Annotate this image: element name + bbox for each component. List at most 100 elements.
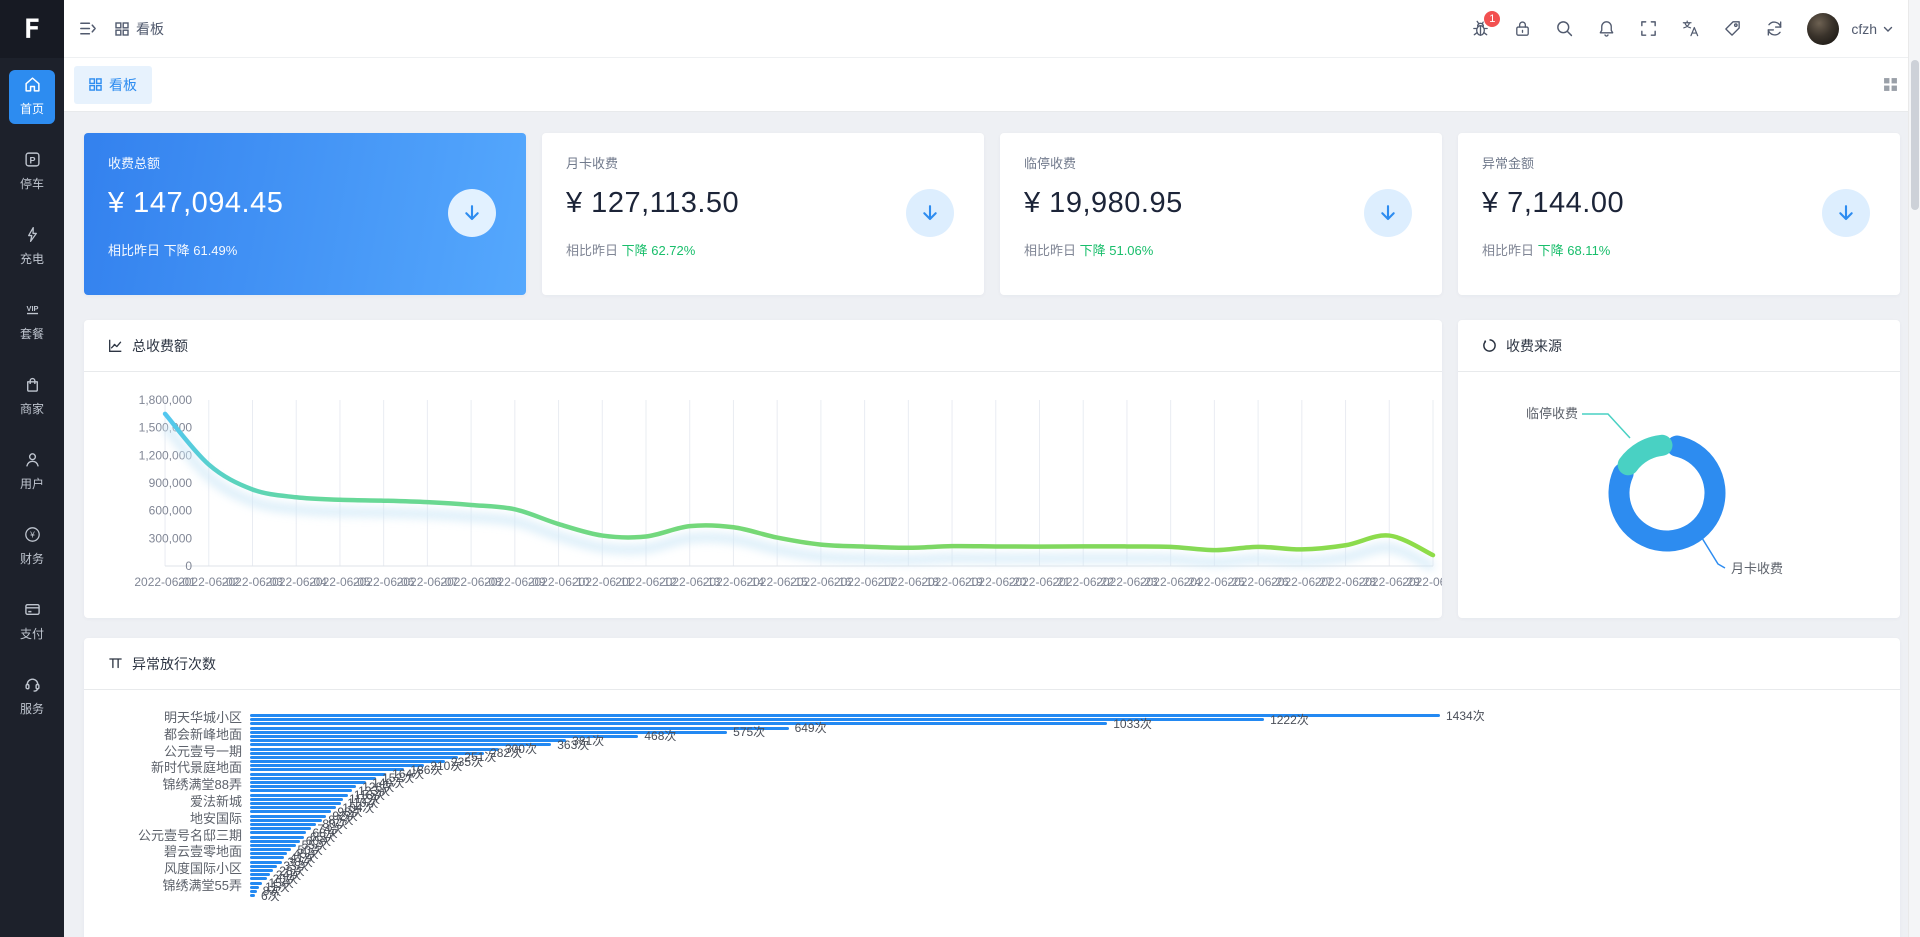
bar-row[interactable] bbox=[250, 781, 366, 784]
bar-row[interactable] bbox=[250, 810, 331, 813]
layout-grid-icon[interactable] bbox=[1883, 77, 1898, 92]
download-arrow-button[interactable] bbox=[448, 189, 496, 237]
scrollbar bbox=[1908, 0, 1920, 937]
sidebar-item-商家[interactable]: 商家 bbox=[9, 370, 55, 424]
top-header: 看板 1 bbox=[64, 0, 1920, 58]
stat-card-compare: 相比昨日 下降 68.11% bbox=[1482, 240, 1876, 259]
compare-label: 相比昨日 bbox=[1024, 243, 1080, 258]
sidebar-item-财务[interactable]: ¥财务 bbox=[9, 520, 55, 574]
sidebar-item-label: 支付 bbox=[20, 625, 44, 642]
bar-row[interactable] bbox=[250, 836, 304, 839]
lock-icon[interactable] bbox=[1513, 19, 1532, 38]
total-revenue-line-chart: 0300,000600,000900,0001,200,0001,500,000… bbox=[84, 372, 1442, 618]
bar-value-label: 1222次 bbox=[1270, 714, 1309, 726]
svg-text:P: P bbox=[29, 155, 35, 165]
bug-icon[interactable]: 1 bbox=[1471, 19, 1490, 38]
bar-row[interactable] bbox=[250, 827, 311, 830]
bar-row[interactable] bbox=[250, 819, 322, 822]
bar-row[interactable] bbox=[250, 806, 336, 809]
bar-row[interactable] bbox=[250, 802, 341, 805]
app-root: F 首页 P停车充电 VIP 套餐商家用户 ¥财务支付服务 看板 1 bbox=[0, 0, 1920, 937]
down-arrow-icon bbox=[461, 202, 483, 224]
bar-row[interactable] bbox=[250, 877, 267, 880]
bar-row[interactable] bbox=[250, 794, 348, 797]
bar-row[interactable] bbox=[250, 777, 376, 780]
down-arrow-icon bbox=[1377, 202, 1399, 224]
bar-row[interactable] bbox=[250, 773, 386, 776]
bar-row[interactable] bbox=[250, 727, 789, 730]
sidebar-item-label: 商家 bbox=[20, 400, 44, 417]
stat-cards-row: 收费总额¥ 147,094.45相比昨日 下降 61.49%月卡收费¥ 127,… bbox=[84, 133, 1900, 295]
bar-row[interactable] bbox=[250, 752, 484, 755]
username: cfzh bbox=[1851, 21, 1877, 37]
compare-label: 相比昨日 bbox=[108, 243, 164, 258]
sidebar-item-停车[interactable]: P停车 bbox=[9, 145, 55, 199]
bar-row[interactable] bbox=[250, 861, 282, 864]
bar-row[interactable] bbox=[250, 856, 284, 859]
tab-dashboard-label: 看板 bbox=[109, 75, 137, 95]
revenue-source-plot[interactable]: 临停收费月卡收费 bbox=[1458, 372, 1900, 618]
chevron-down-icon bbox=[1882, 23, 1894, 35]
bar-row[interactable] bbox=[250, 886, 259, 889]
scrollbar-thumb[interactable] bbox=[1911, 60, 1919, 210]
bar-row[interactable] bbox=[250, 882, 262, 885]
fullscreen-icon[interactable] bbox=[1639, 19, 1658, 38]
download-arrow-button[interactable] bbox=[906, 189, 954, 237]
sidebar-item-充电[interactable]: 充电 bbox=[9, 220, 55, 274]
bar-category-label: 碧云壹零地面 bbox=[84, 845, 242, 859]
download-arrow-button[interactable] bbox=[1364, 189, 1412, 237]
app-logo[interactable]: F bbox=[0, 0, 64, 58]
bar-value-label: 649次 bbox=[795, 722, 827, 734]
bar-value-label: 6次 bbox=[261, 890, 280, 902]
total-revenue-plot[interactable]: 0300,000600,000900,0001,200,0001,500,000… bbox=[84, 372, 1442, 618]
sidebar-item-套餐[interactable]: VIP 套餐 bbox=[9, 295, 55, 349]
revenue-source-card: 收费来源 临停收费月卡收费 bbox=[1458, 320, 1900, 618]
bar-row[interactable] bbox=[250, 722, 1107, 725]
bar-row[interactable] bbox=[250, 869, 273, 872]
compare-label: 相比昨日 bbox=[1482, 243, 1538, 258]
bar-row[interactable] bbox=[250, 894, 255, 897]
bar-row[interactable] bbox=[250, 865, 277, 868]
refresh-icon[interactable] bbox=[1765, 19, 1784, 38]
bell-icon[interactable] bbox=[1597, 19, 1616, 38]
bar-row[interactable] bbox=[250, 844, 296, 847]
bar-row[interactable] bbox=[250, 756, 458, 759]
abnormal-release-plot[interactable]: 1434次1222次1033次649次575次468次381次363次300次2… bbox=[84, 690, 1900, 937]
total-revenue-card: 总收费额 0300,000600,000900,0001,200,0001,50… bbox=[84, 320, 1442, 618]
bar-row[interactable] bbox=[250, 789, 352, 792]
sidebar-item-支付[interactable]: 支付 bbox=[9, 595, 55, 649]
sidebar-item-首页[interactable]: 首页 bbox=[9, 70, 55, 124]
bar-row[interactable] bbox=[250, 848, 291, 851]
download-arrow-button[interactable] bbox=[1822, 189, 1870, 237]
user-menu[interactable]: cfzh bbox=[1851, 21, 1894, 37]
bar-row[interactable] bbox=[250, 852, 287, 855]
bar-row[interactable] bbox=[250, 823, 316, 826]
avatar[interactable] bbox=[1807, 13, 1839, 45]
bar-row[interactable] bbox=[250, 890, 257, 893]
bar-row[interactable] bbox=[250, 873, 270, 876]
vip-icon: VIP bbox=[24, 301, 41, 321]
sidebar-item-服务[interactable]: 服务 bbox=[9, 670, 55, 724]
bar-category-label: 公元壹号名邸三期 bbox=[84, 829, 242, 843]
bar-row[interactable] bbox=[250, 798, 343, 801]
collapse-menu-icon[interactable] bbox=[78, 19, 97, 38]
bar-row[interactable] bbox=[250, 714, 1440, 717]
content-area: 收费总额¥ 147,094.45相比昨日 下降 61.49%月卡收费¥ 127,… bbox=[64, 112, 1920, 937]
bar-row[interactable] bbox=[250, 840, 300, 843]
bar-row[interactable] bbox=[250, 785, 356, 788]
sidebar-item-用户[interactable]: 用户 bbox=[9, 445, 55, 499]
parking-icon: P bbox=[24, 151, 41, 171]
sidebar-item-label: 套餐 bbox=[20, 325, 44, 342]
translate-icon[interactable] bbox=[1681, 19, 1700, 38]
search-icon[interactable] bbox=[1555, 19, 1574, 38]
tab-dashboard[interactable]: 看板 bbox=[74, 66, 152, 104]
bar-row[interactable] bbox=[250, 718, 1264, 721]
main-column: 看板 1 bbox=[64, 0, 1920, 937]
tag-icon[interactable] bbox=[1723, 19, 1742, 38]
sidebar: F 首页 P停车充电 VIP 套餐商家用户 ¥财务支付服务 bbox=[0, 0, 64, 937]
bar-category-label: 爱法新城 bbox=[84, 795, 242, 809]
breadcrumb[interactable]: 看板 bbox=[115, 19, 164, 39]
bar-row[interactable] bbox=[250, 748, 499, 751]
bar-row[interactable] bbox=[250, 831, 306, 834]
bar-row[interactable] bbox=[250, 815, 326, 818]
